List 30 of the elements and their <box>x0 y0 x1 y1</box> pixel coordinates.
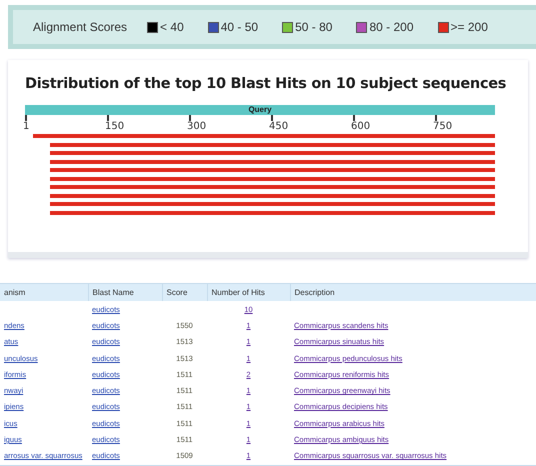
legend-label: >= 200 <box>450 20 488 34</box>
column-header: anism <box>0 284 88 301</box>
legend-label: 80 - 200 <box>369 20 414 34</box>
column-header: Blast Name <box>88 284 162 301</box>
tick-mark <box>353 115 355 121</box>
legend-label: 40 - 50 <box>220 20 258 34</box>
tick-mark <box>435 115 437 121</box>
tick-label: 1 <box>23 121 30 132</box>
legend-label: 50 - 80 <box>295 20 332 34</box>
column-header: Score <box>162 284 207 301</box>
legend-title: Alignment Scores <box>33 20 128 34</box>
tick-label: 450 <box>269 121 288 132</box>
tick-label: 600 <box>351 121 370 132</box>
column-header: Description <box>290 284 536 301</box>
hit-bar[interactable] <box>50 176 495 180</box>
hit-bar[interactable] <box>50 210 495 214</box>
tick-label: 150 <box>105 121 124 132</box>
graphic-title: Distribution of the top 10 Blast Hits on 10 subject sequences <box>25 76 508 92</box>
tick-mark <box>271 115 273 121</box>
tick-mark <box>107 115 109 121</box>
tick-label: 750 <box>433 121 452 132</box>
legend-label: < 40 <box>160 20 184 34</box>
query-bar: Query <box>25 105 495 115</box>
column-header: Number of Hits <box>207 284 290 301</box>
tick-label: 300 <box>187 121 206 132</box>
hit-bar[interactable] <box>50 142 495 146</box>
hit-bar[interactable] <box>50 194 495 198</box>
tick-mark <box>189 115 191 121</box>
tick-mark <box>25 115 27 121</box>
hit-bar[interactable] <box>50 160 495 164</box>
